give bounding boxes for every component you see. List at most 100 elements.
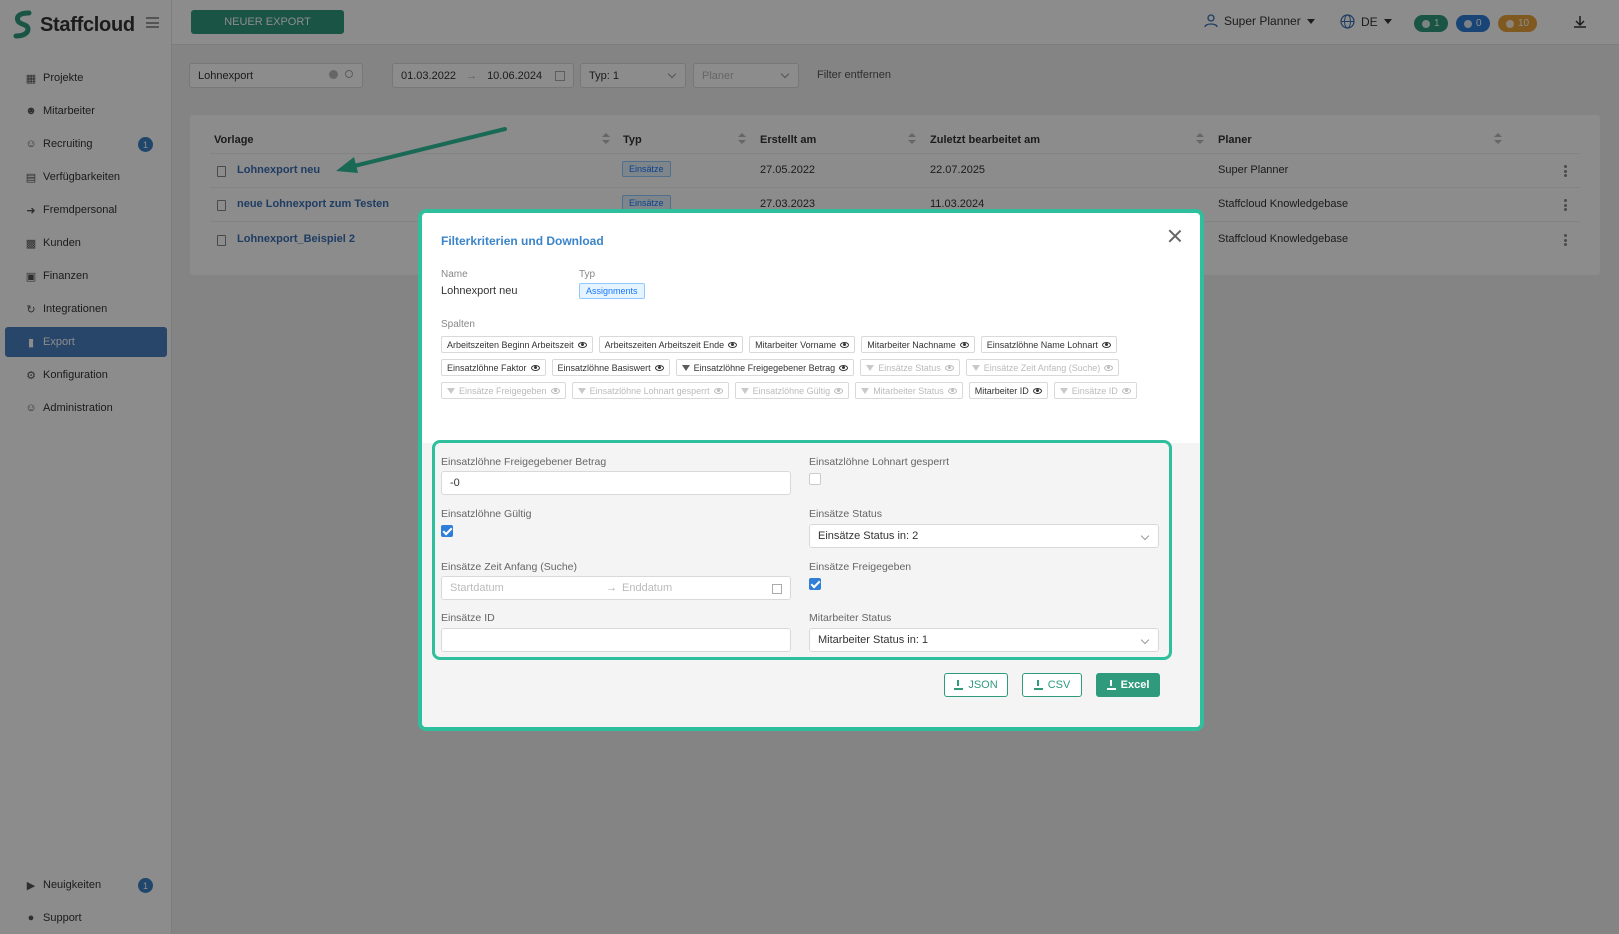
- modal-title: Filterkriterien und Download: [441, 234, 604, 248]
- chip-label: Mitarbeiter Vorname: [755, 339, 837, 350]
- eye-off-icon[interactable]: [550, 387, 560, 394]
- freigegeben-checkbox[interactable]: [809, 578, 821, 590]
- modal-highlight-frame: Filterkriterien und Download Name Lohnex…: [418, 209, 1204, 731]
- chip-label: Einsatzlöhne Faktor: [447, 362, 527, 373]
- name-label: Name: [441, 269, 468, 280]
- eye-icon[interactable]: [840, 341, 850, 348]
- type-label: Typ: [579, 269, 596, 280]
- download-icon: [1106, 680, 1116, 690]
- chip-label: Mitarbeiter ID: [974, 385, 1029, 396]
- download-csv-button[interactable]: CSV: [1022, 673, 1082, 697]
- download-excel-button[interactable]: Excel: [1096, 673, 1160, 697]
- filter-icon: [577, 387, 586, 394]
- chip-label: Mitarbeiter Status: [873, 385, 944, 396]
- arrow-right-icon: →: [606, 582, 617, 594]
- chip-label: Einsatzlöhne Basiswert: [557, 362, 651, 373]
- column-chip[interactable]: Arbeitszeiten Arbeitszeit Ende: [598, 336, 744, 353]
- column-chip[interactable]: Mitarbeiter Nachname: [861, 336, 975, 353]
- status-label: Einsätze Status: [809, 508, 882, 520]
- filter-icon: [866, 364, 875, 371]
- csv-label: CSV: [1047, 679, 1071, 691]
- filter-icon: [1059, 387, 1068, 394]
- zeit-date-range[interactable]: Startdatum → Enddatum: [441, 576, 791, 600]
- eye-off-icon[interactable]: [947, 387, 957, 394]
- column-chip[interactable]: Einsätze Zeit Anfang (Suche): [965, 359, 1120, 376]
- column-chip[interactable]: Mitarbeiter ID: [968, 382, 1048, 399]
- column-chip[interactable]: Einsätze Freigegeben: [441, 382, 566, 399]
- chip-label: Einsätze Zeit Anfang (Suche): [983, 362, 1101, 373]
- eye-icon[interactable]: [959, 341, 969, 348]
- column-chip[interactable]: Einsatzlöhne Gültig: [734, 382, 850, 399]
- chevron-down-icon: [1140, 635, 1150, 645]
- eye-icon[interactable]: [1101, 341, 1111, 348]
- lohnart-gesperrt-label: Einsatzlöhne Lohnart gesperrt: [809, 456, 950, 468]
- eye-icon[interactable]: [839, 364, 849, 371]
- download-icon: [1033, 680, 1043, 690]
- zeit-end-placeholder: Enddatum: [622, 582, 673, 594]
- eye-off-icon[interactable]: [1121, 387, 1131, 394]
- eye-off-icon[interactable]: [834, 387, 844, 394]
- column-chip[interactable]: Einsatzlöhne Basiswert: [551, 359, 670, 376]
- calendar-icon: [772, 584, 782, 594]
- column-chip-list: Arbeitszeiten Beginn Arbeitszeit Arbeits…: [441, 336, 1181, 399]
- zeit-label: Einsätze Zeit Anfang (Suche): [441, 561, 577, 573]
- gueltig-checkbox[interactable]: [441, 525, 453, 537]
- filter-icon: [971, 364, 980, 371]
- close-icon[interactable]: [1168, 229, 1182, 243]
- column-chip[interactable]: Einsatzlöhne Freigegebener Betrag: [675, 359, 855, 376]
- betrag-input[interactable]: -0: [441, 471, 791, 495]
- column-chip[interactable]: Einsätze ID: [1053, 382, 1137, 399]
- freigegeben-label: Einsätze Freigegeben: [809, 561, 912, 573]
- eye-icon[interactable]: [530, 364, 540, 371]
- chip-label: Einsatzlöhne Gültig: [752, 385, 831, 396]
- ma-status-value: Mitarbeiter Status in: 1: [818, 634, 929, 646]
- eye-icon[interactable]: [577, 341, 587, 348]
- eye-icon[interactable]: [1032, 387, 1042, 394]
- eye-off-icon[interactable]: [713, 387, 723, 394]
- column-chip[interactable]: Arbeitszeiten Beginn Arbeitszeit: [441, 336, 593, 353]
- column-chip[interactable]: Einsätze Status: [860, 359, 960, 376]
- lohnart-gesperrt-checkbox[interactable]: [809, 473, 821, 485]
- chip-label: Arbeitszeiten Arbeitszeit Ende: [604, 339, 725, 350]
- chip-label: Arbeitszeiten Beginn Arbeitszeit: [447, 339, 574, 350]
- name-value: Lohnexport neu: [441, 285, 518, 297]
- chevron-down-icon: [1140, 531, 1150, 541]
- chip-label: Einsatzlöhne Name Lohnart: [986, 339, 1098, 350]
- chip-label: Einsatzlöhne Lohnart gesperrt: [589, 385, 710, 396]
- download-json-button[interactable]: JSON: [944, 673, 1008, 697]
- chip-label: Einsätze ID: [1071, 385, 1118, 396]
- column-chip[interactable]: Einsatzlöhne Name Lohnart: [980, 336, 1117, 353]
- column-chip[interactable]: Einsatzlöhne Lohnart gesperrt: [571, 382, 729, 399]
- eye-off-icon[interactable]: [944, 364, 954, 371]
- filter-icon: [740, 387, 749, 394]
- chip-label: Einsatzlöhne Freigegebener Betrag: [693, 362, 836, 373]
- column-chip[interactable]: Mitarbeiter Status: [855, 382, 963, 399]
- filter-icon: [681, 364, 690, 371]
- ma-status-select[interactable]: Mitarbeiter Status in: 1: [809, 628, 1159, 652]
- chip-label: Mitarbeiter Nachname: [867, 339, 956, 350]
- excel-label: Excel: [1120, 679, 1150, 691]
- column-chip[interactable]: Mitarbeiter Vorname: [749, 336, 856, 353]
- betrag-label: Einsatzlöhne Freigegebener Betrag: [441, 456, 607, 468]
- filter-icon: [861, 387, 870, 394]
- eye-icon[interactable]: [728, 341, 738, 348]
- chip-label: Einsätze Status: [878, 362, 941, 373]
- chip-label: Einsätze Freigegeben: [459, 385, 547, 396]
- id-label: Einsätze ID: [441, 612, 495, 624]
- filter-download-modal: Filterkriterien und Download Name Lohnex…: [422, 213, 1200, 727]
- zeit-start-placeholder: Startdatum: [450, 582, 504, 594]
- column-chip[interactable]: Einsatzlöhne Faktor: [441, 359, 546, 376]
- type-tag: Assignments: [579, 283, 645, 299]
- id-input[interactable]: [441, 628, 791, 652]
- status-select[interactable]: Einsätze Status in: 2: [809, 524, 1159, 548]
- status-value: Einsätze Status in: 2: [818, 530, 919, 542]
- columns-label: Spalten: [441, 319, 475, 330]
- json-label: JSON: [968, 679, 998, 691]
- gueltig-label: Einsatzlöhne Gültig: [441, 508, 532, 520]
- eye-icon[interactable]: [654, 364, 664, 371]
- betrag-value: -0: [450, 477, 460, 489]
- filter-icon: [447, 387, 455, 394]
- eye-off-icon[interactable]: [1104, 364, 1114, 371]
- ma-status-label: Mitarbeiter Status: [809, 612, 892, 624]
- download-icon: [954, 680, 964, 690]
